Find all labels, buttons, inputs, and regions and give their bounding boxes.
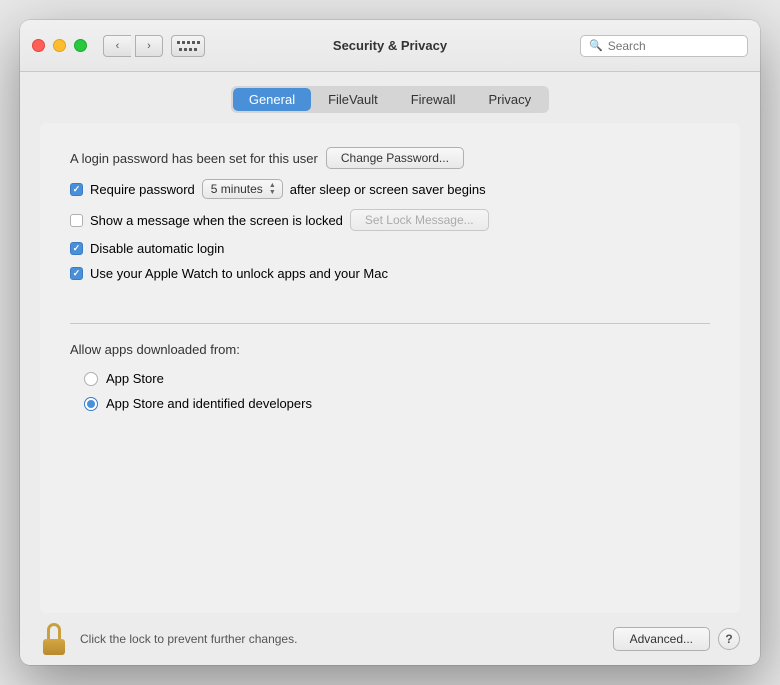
- content-area: A login password has been set for this u…: [40, 123, 740, 613]
- apple-watch-label: Use your Apple Watch to unlock apps and …: [90, 266, 388, 281]
- lock-icon[interactable]: [40, 623, 68, 655]
- login-password-row: A login password has been set for this u…: [70, 147, 710, 169]
- show-message-checkbox[interactable]: [70, 214, 83, 227]
- stepper-up-icon[interactable]: ▲: [269, 182, 276, 189]
- app-store-label: App Store: [106, 371, 164, 386]
- apps-grid-button[interactable]: [171, 35, 205, 57]
- nav-buttons: ‹ ›: [103, 35, 163, 57]
- grid-dot: [177, 41, 180, 44]
- allow-apps-section: Allow apps downloaded from: App Store Ap…: [70, 342, 710, 411]
- allow-apps-label: Allow apps downloaded from:: [70, 342, 710, 357]
- login-password-label: A login password has been set for this u…: [70, 151, 318, 166]
- tab-privacy[interactable]: Privacy: [473, 88, 548, 111]
- set-lock-message-button[interactable]: Set Lock Message...: [350, 209, 489, 231]
- grid-dot: [192, 41, 195, 44]
- section-divider: [70, 323, 710, 324]
- require-password-suffix: after sleep or screen saver begins: [290, 182, 486, 197]
- password-timeout-value: 5 minutes: [211, 182, 263, 196]
- titlebar: ‹ › Security & Privacy 🔍: [20, 20, 760, 72]
- traffic-lights: [32, 39, 87, 52]
- grid-dot: [189, 48, 192, 51]
- minimize-button[interactable]: [53, 39, 66, 52]
- apple-watch-checkbox[interactable]: [70, 267, 83, 280]
- disable-autologin-label: Disable automatic login: [90, 241, 224, 256]
- password-timeout-select[interactable]: 5 minutes ▲ ▼: [202, 179, 283, 199]
- grid-dot: [184, 48, 187, 51]
- app-store-option[interactable]: App Store: [70, 371, 710, 386]
- app-store-identified-radio[interactable]: [84, 397, 98, 411]
- app-store-radio[interactable]: [84, 372, 98, 386]
- maximize-button[interactable]: [74, 39, 87, 52]
- require-password-checkbox[interactable]: [70, 183, 83, 196]
- lock-status-text: Click the lock to prevent further change…: [80, 632, 601, 646]
- search-icon: 🔍: [589, 39, 603, 52]
- require-password-row: Require password 5 minutes ▲ ▼ after sle…: [70, 179, 710, 199]
- nav-forward-button[interactable]: ›: [135, 35, 163, 57]
- stepper-control[interactable]: ▲ ▼: [269, 182, 276, 196]
- tab-firewall[interactable]: Firewall: [395, 88, 472, 111]
- password-section: A login password has been set for this u…: [70, 147, 710, 309]
- window-title: Security & Privacy: [333, 38, 447, 53]
- tabs-container: General FileVault Firewall Privacy: [231, 86, 549, 113]
- lock-shackle: [47, 623, 61, 639]
- show-message-row: Show a message when the screen is locked…: [70, 209, 710, 231]
- search-input[interactable]: [608, 39, 739, 53]
- advanced-button[interactable]: Advanced...: [613, 627, 710, 651]
- tab-filevault[interactable]: FileVault: [312, 88, 394, 111]
- footer-buttons: Advanced... ?: [613, 627, 740, 651]
- nav-back-button[interactable]: ‹: [103, 35, 131, 57]
- main-window: ‹ › Security & Privacy 🔍 General FileVau…: [20, 20, 760, 665]
- help-button[interactable]: ?: [718, 628, 740, 650]
- grid-dot: [197, 41, 200, 44]
- stepper-down-icon[interactable]: ▼: [269, 189, 276, 196]
- apple-watch-row: Use your Apple Watch to unlock apps and …: [70, 266, 710, 281]
- grid-dot: [194, 48, 197, 51]
- app-store-identified-label: App Store and identified developers: [106, 396, 312, 411]
- search-box[interactable]: 🔍: [580, 35, 748, 57]
- footer: Click the lock to prevent further change…: [20, 613, 760, 665]
- tabs-bar: General FileVault Firewall Privacy: [20, 72, 760, 123]
- change-password-button[interactable]: Change Password...: [326, 147, 464, 169]
- grid-dot: [187, 41, 190, 44]
- tab-general[interactable]: General: [233, 88, 311, 111]
- disable-autologin-checkbox[interactable]: [70, 242, 83, 255]
- app-store-identified-option[interactable]: App Store and identified developers: [70, 396, 710, 411]
- grid-dot: [179, 48, 182, 51]
- grid-dot: [182, 41, 185, 44]
- show-message-label: Show a message when the screen is locked: [90, 213, 343, 228]
- disable-autologin-row: Disable automatic login: [70, 241, 710, 256]
- require-password-prefix: Require password: [90, 182, 195, 197]
- lock-body: [43, 639, 65, 655]
- close-button[interactable]: [32, 39, 45, 52]
